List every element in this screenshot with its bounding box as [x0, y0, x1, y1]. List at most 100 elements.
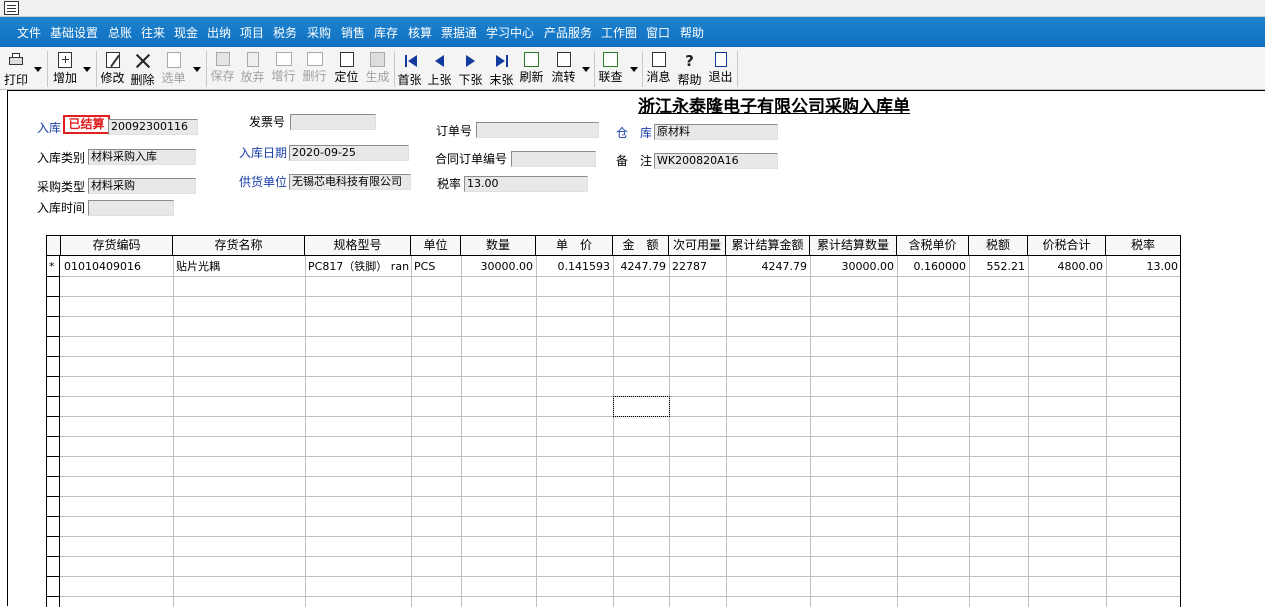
- menu-accounting[interactable]: 核算: [408, 24, 432, 41]
- first-record-button[interactable]: 首张: [396, 50, 423, 88]
- cell-settled-qty[interactable]: 30000.00: [810, 257, 897, 276]
- grid-corner: [47, 236, 61, 256]
- cell-available-qty[interactable]: 22787: [669, 257, 726, 276]
- menu-project[interactable]: 项目: [240, 24, 264, 41]
- column-header-quantity[interactable]: 数量: [461, 236, 536, 256]
- cell-settled-amount[interactable]: 4247.79: [726, 257, 810, 276]
- cell-tax-price[interactable]: 0.160000: [897, 257, 969, 276]
- last-record-button[interactable]: 末张: [488, 50, 515, 88]
- cell-spec[interactable]: PC817（铁脚） ran: [305, 257, 411, 276]
- add-row-button[interactable]: 增行: [270, 50, 297, 88]
- receipt-no-field[interactable]: 20092300116: [108, 119, 198, 135]
- tax-rate-label: 税率: [437, 177, 462, 191]
- invoice-field[interactable]: [290, 114, 376, 130]
- column-header-tax-rate[interactable]: 税率: [1106, 236, 1180, 256]
- menu-basic-settings[interactable]: 基础设置: [50, 24, 98, 41]
- cell-unit[interactable]: PCS: [411, 257, 461, 276]
- discard-button[interactable]: 放弃: [239, 50, 266, 88]
- help-button[interactable]: ? 帮助: [676, 50, 703, 88]
- cell-total[interactable]: 4800.00: [1028, 257, 1106, 276]
- new-document-icon: [58, 52, 72, 68]
- column-header-settled-qty[interactable]: 累计结算数量: [810, 236, 897, 256]
- query-dropdown-icon[interactable]: [630, 67, 638, 72]
- receipt-time-label: 入库时间: [37, 201, 86, 215]
- column-header-tax-price[interactable]: 含税单价: [897, 236, 969, 256]
- receipt-type-field[interactable]: 材料采购入库: [88, 149, 196, 165]
- column-header-item-name[interactable]: 存货名称: [173, 236, 305, 256]
- remark-field[interactable]: WK200820A16: [654, 153, 778, 169]
- supplier-field[interactable]: 无锡芯电科技有限公司: [289, 174, 411, 190]
- contract-no-field[interactable]: [511, 151, 596, 167]
- print-dropdown-icon[interactable]: [34, 67, 42, 72]
- supplier-label: 供货单位: [239, 175, 288, 189]
- menu-workspace[interactable]: 工作圈: [601, 24, 637, 41]
- column-header-spec[interactable]: 规格型号: [305, 236, 411, 256]
- column-header-amount[interactable]: 金 额: [613, 236, 669, 256]
- menu-help[interactable]: 帮助: [680, 24, 704, 41]
- help-icon: ?: [685, 52, 694, 70]
- menu-product-service[interactable]: 产品服务: [544, 24, 592, 41]
- menu-learning[interactable]: 学习中心: [486, 24, 534, 41]
- column-header-available-qty[interactable]: 次可用量: [669, 236, 726, 256]
- column-header-item-code[interactable]: 存货编码: [61, 236, 173, 256]
- column-header-total[interactable]: 价税合计: [1028, 236, 1106, 256]
- flow-button[interactable]: 流转: [550, 50, 577, 88]
- select-order-button[interactable]: 选单: [160, 50, 187, 88]
- add-dropdown-icon[interactable]: [83, 67, 91, 72]
- cell-tax-rate[interactable]: 13.00: [1106, 257, 1180, 276]
- cell-quantity[interactable]: 30000.00: [461, 257, 536, 276]
- contract-no-label: 合同订单编号: [435, 152, 508, 166]
- prev-record-button[interactable]: 上张: [426, 50, 453, 88]
- purchase-type-field[interactable]: 材料采购: [88, 178, 196, 194]
- column-header-unit-price[interactable]: 单 价: [536, 236, 613, 256]
- menu-inventory[interactable]: 库存: [374, 24, 398, 41]
- tax-rate-field[interactable]: 13.00: [464, 176, 588, 192]
- row-marker: *: [49, 260, 55, 273]
- message-icon: [651, 52, 666, 67]
- message-button[interactable]: 消息: [645, 50, 672, 88]
- menu-file[interactable]: 文件: [17, 24, 41, 41]
- menu-cashier[interactable]: 出纳: [207, 24, 231, 41]
- delete-button[interactable]: 删除: [129, 50, 156, 88]
- menu-bills[interactable]: 票据通: [441, 24, 477, 41]
- delete-row-button[interactable]: 删行: [301, 50, 328, 88]
- focused-cell[interactable]: [613, 396, 670, 417]
- print-button[interactable]: 打印: [3, 50, 29, 88]
- save-disk-icon: [215, 52, 230, 66]
- generate-button[interactable]: 生成: [364, 50, 391, 88]
- save-button[interactable]: 保存: [209, 50, 236, 88]
- add-button[interactable]: 增加: [52, 50, 78, 88]
- cell-tax[interactable]: 552.21: [969, 257, 1028, 276]
- menu-sales[interactable]: 销售: [341, 24, 365, 41]
- cell-item-name[interactable]: 贴片光耦: [173, 257, 305, 276]
- cell-unit-price[interactable]: 0.141593: [536, 257, 613, 276]
- receipt-time-field[interactable]: [88, 200, 174, 216]
- cell-amount[interactable]: 4247.79: [613, 257, 669, 276]
- menu-window[interactable]: 窗口: [646, 24, 670, 41]
- order-field[interactable]: [476, 122, 599, 138]
- column-header-unit[interactable]: 单位: [411, 236, 461, 256]
- menu-general-ledger[interactable]: 总账: [108, 24, 132, 41]
- warehouse-field[interactable]: 原材料: [654, 124, 778, 140]
- toolbar-divider: [47, 51, 48, 87]
- flow-dropdown-icon[interactable]: [582, 67, 590, 72]
- column-header-tax[interactable]: 税额: [969, 236, 1028, 256]
- menu-cash[interactable]: 现金: [174, 24, 198, 41]
- edit-button[interactable]: 修改: [99, 50, 126, 88]
- cell-item-code[interactable]: 01010409016: [61, 257, 173, 276]
- receipt-date-field[interactable]: 2020-09-25: [289, 145, 409, 161]
- exit-button[interactable]: 退出: [707, 50, 734, 88]
- refresh-button[interactable]: 刷新: [518, 50, 545, 88]
- menu-accounts[interactable]: 往来: [141, 24, 165, 41]
- toolbar-divider: [206, 51, 207, 87]
- query-button[interactable]: 联查: [597, 50, 624, 88]
- menu-purchase[interactable]: 采购: [307, 24, 331, 41]
- add-row-icon: [275, 52, 292, 66]
- locate-button[interactable]: 定位: [333, 50, 360, 88]
- column-header-settled-amount[interactable]: 累计结算金额: [726, 236, 810, 256]
- app-icon[interactable]: [4, 1, 19, 15]
- select-order-dropdown-icon[interactable]: [193, 67, 201, 72]
- next-record-button[interactable]: 下张: [457, 50, 484, 88]
- first-record-icon: [401, 52, 419, 70]
- menu-tax[interactable]: 税务: [273, 24, 297, 41]
